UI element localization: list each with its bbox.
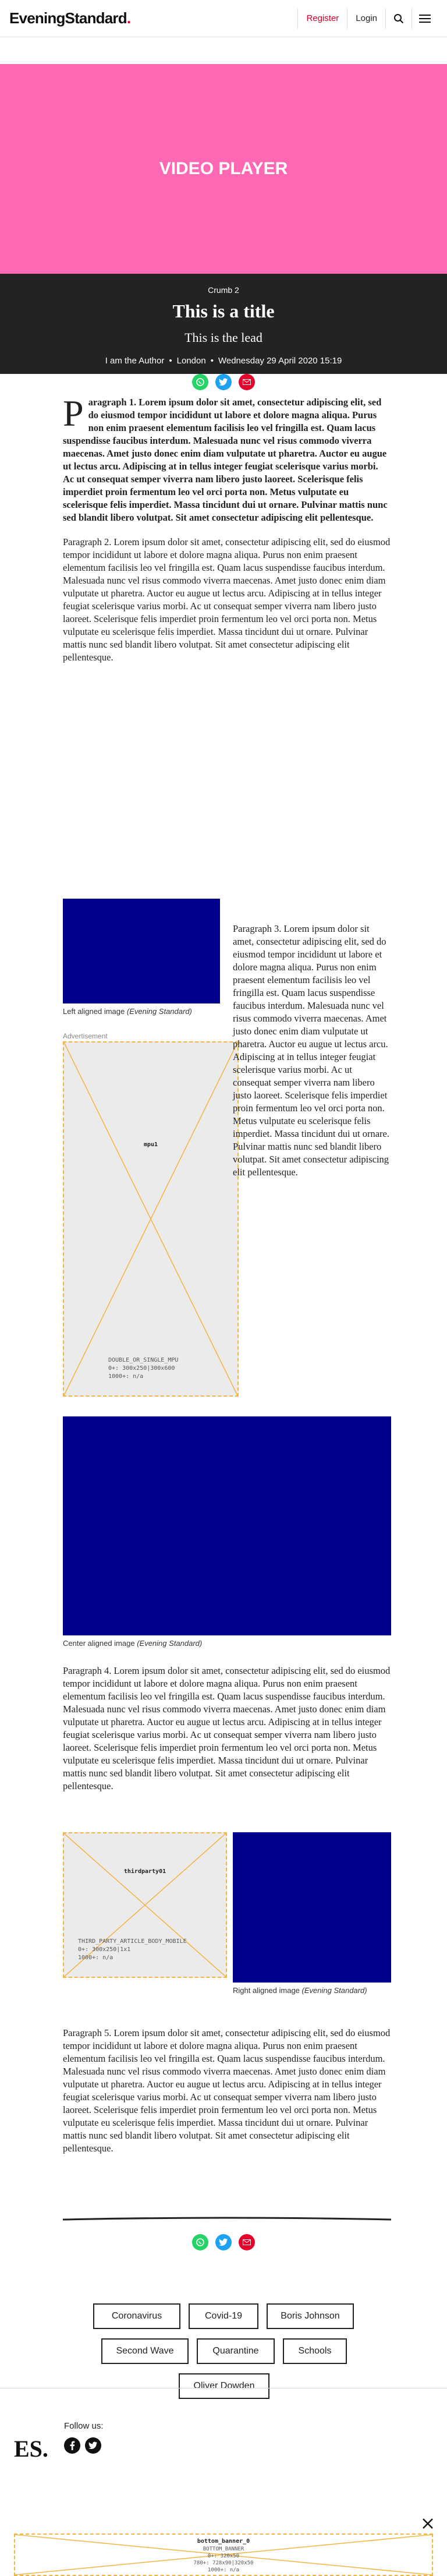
twitter-icon[interactable]	[85, 2437, 101, 2454]
ad-format: BOTTOM_BANNER	[203, 2546, 244, 2552]
tag-quarantine[interactable]: Quarantine	[197, 2338, 275, 2364]
hamburger-menu-icon[interactable]	[412, 14, 438, 23]
article-meta: I am the Author • London • Wednesday 29 Apri…	[0, 356, 447, 366]
header-actions: Register Login	[297, 0, 438, 37]
caption-credit: (Evening Standard)	[126, 1007, 192, 1016]
thirdparty-ad-slot[interactable]: thirdparty01 THIRD_PARTY_ARTICLE_BODY_MO…	[63, 1832, 227, 1978]
close-icon[interactable]	[421, 2517, 434, 2533]
site-footer: ES. Follow us:	[0, 2388, 447, 2505]
center-image-caption: Center aligned image (Evening Standard)	[63, 1639, 296, 1648]
paragraph-5: Paragraph 5. Lorem ipsum dolor sit amet,…	[63, 2027, 391, 2154]
login-link[interactable]: Login	[347, 13, 385, 23]
ad-slot-name: bottom_banner_0	[197, 2538, 250, 2545]
bottom-banner: bottom_banner_0 BOTTOM_BANNER 0+: 320x50…	[0, 2516, 447, 2576]
tag-schools[interactable]: Schools	[283, 2338, 347, 2364]
tag-coronavirus[interactable]: Coronavirus	[93, 2303, 180, 2329]
mpu-ad-slot[interactable]: mpu1 DOUBLE_OR_SINGLE_MPU 0+: 300x250|30…	[63, 1041, 239, 1397]
ad-size-large: 1000+: n/a	[207, 2567, 240, 2573]
twitter-icon[interactable]	[215, 2234, 232, 2250]
whatsapp-icon[interactable]	[192, 2234, 208, 2250]
email-icon[interactable]	[239, 2234, 255, 2250]
location: London	[176, 356, 206, 366]
ad-format: THIRD_PARTY_ARTICLE_BODY_MOBILE	[78, 1938, 187, 1945]
meta-separator: •	[169, 356, 172, 366]
article-end-rule	[63, 2217, 391, 2221]
advert-label: Advertisement	[63, 1032, 108, 1040]
share-buttons	[0, 374, 447, 390]
right-image-caption: Right aligned image (Evening Standard)	[233, 1986, 396, 1995]
paragraph-4: Paragraph 4. Lorem ipsum dolor sit amet,…	[63, 1665, 391, 1791]
tag-second-wave[interactable]: Second Wave	[101, 2338, 189, 2364]
paragraph-2: Paragraph 2. Lorem ipsum dolor sit amet,…	[63, 536, 391, 663]
caption-text: Left aligned image	[63, 1007, 125, 1016]
ad-size-small: 0+: 300x250|300x600	[108, 1365, 175, 1372]
author[interactable]: I am the Author	[105, 356, 165, 366]
paragraph-3: Paragraph 3. Lorem ipsum dolor sit amet,…	[233, 923, 389, 1178]
ad-size-medium: 780+: 728x90|320x50	[193, 2560, 254, 2566]
tag-boris-johnson[interactable]: Boris Johnson	[267, 2303, 354, 2329]
caption-credit: (Evening Standard)	[137, 1639, 203, 1648]
ad-size-small: 0+: 320x50	[207, 2553, 240, 2559]
paragraph-1: Paragraph 1. Lorem ipsum dolor sit amet,…	[63, 393, 391, 524]
drop-cap: P	[63, 393, 84, 434]
left-aligned-image	[63, 899, 220, 1003]
follow-us-label: Follow us:	[64, 2421, 104, 2431]
caption-credit: (Evening Standard)	[301, 1986, 367, 1995]
video-player-label: VIDEO PLAYER	[159, 159, 288, 178]
article-body: Paragraph 1. Lorem ipsum dolor sit amet,…	[63, 393, 391, 664]
ad-slot-name: thirdparty01	[123, 1868, 166, 1875]
bottom-share-buttons	[0, 2234, 447, 2250]
center-aligned-image	[63, 1416, 391, 1635]
ad-size-large: 1000+: n/a	[78, 1955, 113, 1961]
caption-text: Center aligned image	[63, 1639, 135, 1648]
ad-slot-name: mpu1	[143, 1142, 158, 1148]
video-player[interactable]: VIDEO PLAYER	[0, 64, 447, 274]
ad-size-small: 0+: 300x250|1x1	[78, 1946, 131, 1953]
article-header: Crumb 2 This is a title This is the lead…	[0, 274, 447, 390]
article-title: This is a title	[172, 301, 275, 321]
twitter-icon[interactable]	[215, 374, 232, 390]
breadcrumb[interactable]: Crumb 2	[0, 285, 447, 295]
footer-logo[interactable]: ES.	[14, 2435, 48, 2462]
email-icon[interactable]	[239, 374, 255, 390]
tag-covid-19[interactable]: Covid-19	[189, 2303, 258, 2329]
logo-dot: .	[126, 9, 131, 27]
facebook-icon[interactable]	[64, 2437, 80, 2454]
caption-text: Right aligned image	[233, 1986, 300, 1995]
register-link[interactable]: Register	[298, 13, 347, 23]
bottom-banner-ad-slot[interactable]: bottom_banner_0 BOTTOM_BANNER 0+: 320x50…	[14, 2533, 433, 2576]
meta-separator: •	[210, 356, 214, 366]
right-aligned-image	[233, 1832, 391, 1983]
site-header: EveningStandard. Register Login	[0, 0, 447, 37]
paragraph-1-text: aragraph 1. Lorem ipsum dolor sit amet, …	[63, 397, 388, 523]
article-lead: This is the lead	[185, 330, 262, 345]
ad-placeholder-cross	[64, 1043, 237, 1395]
ad-format: DOUBLE_OR_SINGLE_MPU	[108, 1357, 179, 1363]
logo-text: EveningStandard	[9, 9, 127, 27]
left-image-caption: Left aligned image (Evening Standard)	[63, 1007, 226, 1016]
ad-size-large: 1000+: n/a	[108, 1373, 144, 1380]
whatsapp-icon[interactable]	[192, 374, 208, 390]
footer-social	[64, 2437, 101, 2454]
publish-date: Wednesday 29 April 2020 15:19	[218, 356, 342, 366]
search-icon[interactable]	[386, 13, 411, 24]
site-logo[interactable]: EveningStandard.	[9, 9, 131, 27]
